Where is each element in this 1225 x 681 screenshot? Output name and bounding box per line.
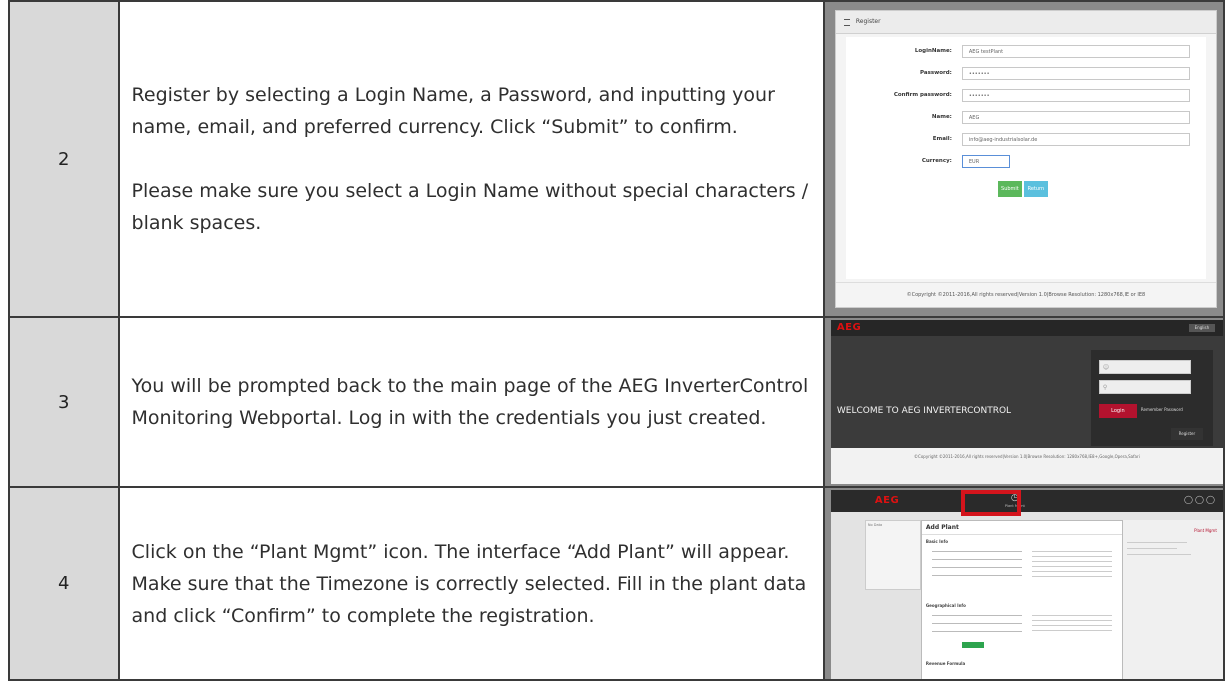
email-input[interactable]: info@aeg-industrialsolar.de [961,133,1190,146]
add-plant-screenshot: AEG ◷ Plant Mgmt ◯◯◯ No Data Add Plant B… [822,486,1225,681]
email-row: Email: info@aeg-industrialsolar.de [846,133,1206,149]
register-title: Register [855,18,881,25]
register-header: Register [835,11,1216,34]
aeg-logo: AEG [874,495,900,506]
highlight-box [960,490,1021,516]
login-screenshot: AEG English WELCOME TO AEG INVERTERCONTR… [822,316,1225,488]
step-row: 3 You will be prompted back to the main … [8,316,1225,488]
login-button[interactable]: Login [1098,404,1137,418]
register-footer: ©Copyright ©2011-2016,All rights reserve… [835,282,1216,307]
register-window: Register LoginName: AEG testPlant Passwo… [834,10,1217,308]
geo-info-fields[interactable] [931,615,1022,639]
step-paragraph: Please make sure you select a Login Name… [131,180,809,234]
section-revenue-formula: Revenue Formula [925,661,966,666]
step-description: Register by selecting a Login Name, a Pa… [117,0,825,318]
step-paragraph: Click on the “Plant Mgmt” icon. The inte… [131,540,807,627]
steps-table: 2 Register by selecting a Login Name, a … [8,0,1225,681]
step-number: 2 [8,0,120,318]
plant-topbar: AEG ◷ Plant Mgmt ◯◯◯ [830,490,1222,516]
no-data-text: No Data [867,523,883,527]
right-pane-line [1126,554,1191,555]
register-button[interactable]: Register [1170,428,1203,440]
confirm-password-row: Confirm password: ••••••• [846,89,1206,105]
basic-info-fields[interactable] [931,551,1022,583]
step-number: 4 [8,486,120,681]
aeg-logo: AEG [836,322,862,333]
field-label: Confirm password: [893,92,952,98]
confirm-password-input[interactable]: ••••••• [961,89,1190,102]
password-input[interactable]: ••••••• [961,67,1190,80]
login-page: AEG English WELCOME TO AEG INVERTERCONTR… [830,320,1222,484]
step-paragraph: Register by selecting a Login Name, a Pa… [131,84,775,138]
basic-info-hints [1031,551,1112,581]
document-page: 2 Register by selecting a Login Name, a … [0,0,1225,681]
right-pane-line [1126,542,1187,543]
section-geographical-info: Geographical Info [925,603,966,608]
field-label: Email: [932,136,952,142]
currency-row: Currency: EUR [846,155,1206,171]
password-input[interactable]: ⚲ [1098,380,1191,394]
password-row: Password: ••••••• [846,67,1206,83]
step-row: 4 Click on the “Plant Mgmt” icon. The in… [8,486,1225,681]
section-basic-info: Basic Info [925,539,948,544]
menu-icon [843,19,850,26]
step-number: 3 [8,316,120,488]
field-label: Currency: [921,158,952,164]
language-selector[interactable]: English [1188,324,1215,332]
remember-password-checkbox[interactable]: Remember Password [1141,407,1183,412]
login-name-row: LoginName: AEG testPlant [846,45,1206,61]
login-topbar: AEG English [830,320,1222,336]
step-row: 2 Register by selecting a Login Name, a … [8,0,1225,318]
step-description: Click on the “Plant Mgmt” icon. The inte… [117,486,825,681]
step-description: You will be prompted back to the main pa… [117,316,825,488]
add-plant-dialog: Add Plant Basic Info Geographical Info R… [920,520,1123,678]
geo-info-hints [1031,615,1112,635]
username-input[interactable]: ☺ [1098,360,1191,374]
welcome-text: WELCOME TO AEG INVERTERCONTROL [836,406,1012,416]
return-button[interactable]: Return [1023,181,1048,197]
side-panel: No Data [864,520,921,590]
name-input[interactable]: AEG [961,111,1190,124]
field-label: Name: [931,114,952,120]
locate-button[interactable] [961,642,984,648]
right-pane-line [1126,548,1177,549]
register-form: LoginName: AEG testPlant Password: •••••… [845,37,1206,279]
submit-button[interactable]: Submit [997,181,1022,197]
field-label: LoginName: [914,48,952,54]
plant-page: AEG ◷ Plant Mgmt ◯◯◯ No Data Add Plant B… [830,490,1222,678]
field-label: Password: [920,70,952,76]
currency-select[interactable]: EUR [961,155,1010,168]
login-name-input[interactable]: AEG testPlant [961,45,1190,58]
register-screenshot: Register LoginName: AEG testPlant Passwo… [822,0,1225,318]
name-row: Name: AEG [846,111,1206,127]
plant-link[interactable]: Plant Mgmt [1194,528,1217,533]
login-footer: ©Copyright ©2011-2016,All rights reserve… [830,448,1222,484]
right-pane: Plant Mgmt [1122,520,1222,678]
toolbar-icons[interactable]: ◯◯◯ [1184,495,1217,504]
dialog-title: Add Plant [921,521,1122,535]
step-paragraph: You will be prompted back to the main pa… [131,375,809,429]
login-panel: ☺ ⚲ Login Remember Password Register [1090,350,1213,446]
